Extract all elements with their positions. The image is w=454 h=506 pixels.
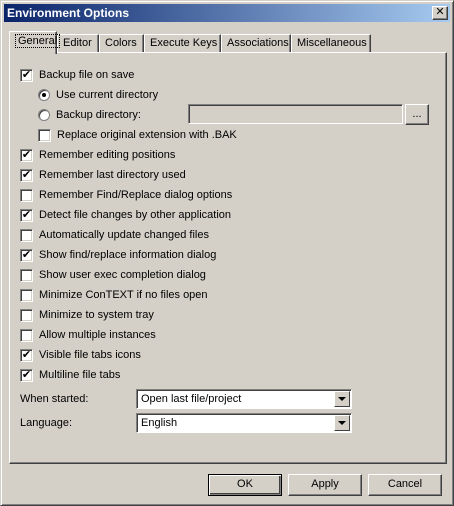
radio-button[interactable]: [38, 89, 50, 101]
checkbox-label: Automatically update changed files: [39, 229, 209, 241]
cancel-button[interactable]: Cancel: [368, 474, 442, 496]
checkbox-label: Minimize ConTEXT if no files open: [39, 289, 208, 301]
tab-label: General: [15, 34, 61, 48]
checkbox-box[interactable]: ✔: [20, 349, 33, 362]
apply-button[interactable]: Apply: [288, 474, 362, 496]
chevron-down-icon[interactable]: [334, 391, 350, 407]
option-remember-editing-positions[interactable]: ✔ Remember editing positions: [20, 148, 175, 164]
ok-button[interactable]: OK: [208, 474, 282, 496]
checkbox-box[interactable]: ✔: [20, 209, 33, 222]
checkbox-box[interactable]: ✔: [20, 169, 33, 182]
option-visible-tab-icons[interactable]: ✔ Visible file tabs icons: [20, 348, 141, 364]
language-value: English: [141, 417, 178, 429]
radio-label: Backup directory:: [56, 109, 141, 121]
radio-button[interactable]: [38, 109, 50, 121]
backup-directory-radio[interactable]: Backup directory:: [38, 108, 141, 124]
option-minimize-to-tray[interactable]: Minimize to system tray: [20, 308, 154, 324]
checkbox-label: Remember last directory used: [39, 169, 186, 181]
use-current-directory-radio[interactable]: Use current directory: [38, 88, 158, 104]
title-bar: Environment Options ✕: [4, 4, 450, 22]
tab-label: Associations: [227, 37, 289, 49]
checkbox-box[interactable]: ✔: [20, 249, 33, 262]
checkbox-box[interactable]: ✔: [20, 369, 33, 382]
tab-general[interactable]: General: [9, 31, 61, 54]
tab-associations[interactable]: Associations: [221, 34, 291, 53]
replace-extension-checkbox[interactable]: Replace original extension with .BAK: [38, 128, 237, 144]
option-show-exec-completion[interactable]: Show user exec completion dialog: [20, 268, 206, 284]
option-auto-update-files[interactable]: Automatically update changed files: [20, 228, 209, 244]
checkbox-box[interactable]: [38, 129, 51, 142]
checkbox-label: Detect file changes by other application: [39, 209, 232, 221]
general-panel: ✔ Backup file on save Use current directo…: [9, 52, 447, 464]
checkbox-label: Replace original extension with .BAK: [57, 129, 237, 141]
checkbox-label: Remember Find/Replace dialog options: [39, 189, 233, 201]
checkbox-box[interactable]: [20, 309, 33, 322]
option-show-find-replace-info[interactable]: ✔ Show find/replace information dialog: [20, 248, 216, 264]
checkbox-label: Multiline file tabs: [39, 369, 121, 381]
backup-directory-input[interactable]: [188, 104, 403, 124]
option-detect-file-changes[interactable]: ✔ Detect file changes by other applicatio…: [20, 208, 231, 224]
checkbox-label: Allow multiple instances: [39, 329, 156, 341]
checkbox-box[interactable]: [20, 189, 33, 202]
tab-colors[interactable]: Colors: [99, 34, 144, 53]
tab-editor[interactable]: Editor: [57, 34, 99, 53]
when-started-label: When started:: [20, 393, 89, 405]
close-icon[interactable]: ✕: [432, 6, 448, 20]
checkbox-box[interactable]: [20, 289, 33, 302]
tab-label: Editor: [63, 37, 92, 49]
option-minimize-if-no-files[interactable]: Minimize ConTEXT if no files open: [20, 288, 208, 304]
chevron-down-icon[interactable]: [334, 415, 350, 431]
checkbox-box[interactable]: ✔: [20, 149, 33, 162]
checkbox-box[interactable]: [20, 329, 33, 342]
option-allow-multiple-instances[interactable]: Allow multiple instances: [20, 328, 156, 344]
option-remember-last-directory[interactable]: ✔ Remember last directory used: [20, 168, 186, 184]
tab-miscellaneous[interactable]: Miscellaneous: [291, 34, 371, 53]
tab-label: Colors: [105, 37, 137, 49]
tab-label: Execute Keys: [150, 37, 218, 49]
option-multiline-tabs[interactable]: ✔ Multiline file tabs: [20, 368, 120, 384]
checkbox-label: Show find/replace information dialog: [39, 249, 217, 261]
when-started-value: Open last file/project: [141, 393, 242, 405]
browse-button[interactable]: ...: [405, 104, 429, 125]
window-title: Environment Options: [7, 6, 130, 20]
checkbox-box[interactable]: ✔: [20, 69, 33, 82]
checkbox-box[interactable]: [20, 229, 33, 242]
option-remember-find-replace[interactable]: Remember Find/Replace dialog options: [20, 188, 232, 204]
when-started-select[interactable]: Open last file/project: [136, 389, 352, 409]
backup-on-save-checkbox[interactable]: ✔ Backup file on save: [20, 68, 134, 84]
checkbox-label: Show user exec completion dialog: [39, 269, 206, 281]
environment-options-dialog: Environment Options ✕ General Editor Col…: [0, 0, 454, 506]
checkbox-box[interactable]: [20, 269, 33, 282]
checkbox-label: Backup file on save: [39, 69, 135, 81]
checkbox-label: Visible file tabs icons: [39, 349, 141, 361]
checkbox-label: Remember editing positions: [39, 149, 176, 161]
tab-execute-keys[interactable]: Execute Keys: [144, 34, 221, 53]
language-select[interactable]: English: [136, 413, 352, 433]
radio-label: Use current directory: [56, 89, 159, 101]
tab-label: Miscellaneous: [297, 37, 367, 49]
checkbox-label: Minimize to system tray: [39, 309, 154, 321]
language-label: Language:: [20, 417, 72, 429]
